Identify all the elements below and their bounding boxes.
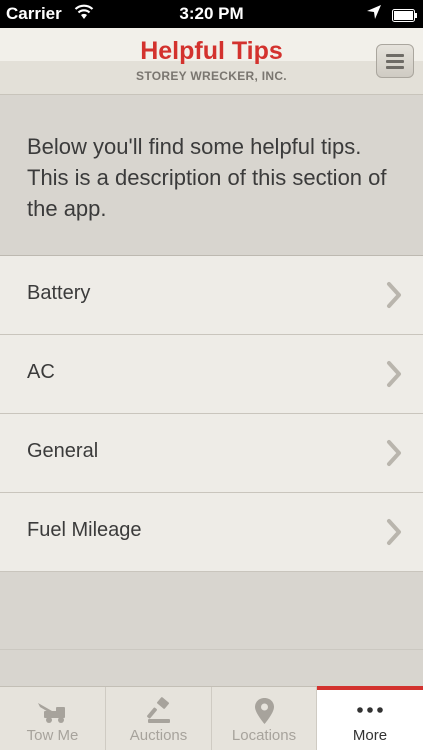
tab-locations[interactable]: Locations	[212, 687, 317, 750]
list-item-label: Fuel Mileage	[27, 519, 142, 541]
list-item-label: Battery	[27, 282, 91, 304]
tab-auctions[interactable]: Auctions	[106, 687, 212, 750]
tab-tow-me[interactable]: Tow Me	[0, 687, 106, 750]
page-title: Helpful Tips	[140, 37, 283, 65]
intro-description: Below you'll find some helpful tips. Thi…	[27, 134, 387, 221]
empty-area	[0, 572, 423, 686]
chevron-right-icon	[387, 440, 401, 466]
nav-header: Helpful Tips STOREY WRECKER, INC.	[0, 28, 423, 95]
tab-label: Tow Me	[26, 727, 79, 744]
list-item-label: AC	[27, 361, 55, 383]
list-item-general[interactable]: General	[0, 414, 423, 493]
tab-label: More	[352, 727, 388, 744]
status-time: 3:20 PM	[179, 4, 244, 23]
chevron-right-icon	[387, 361, 401, 387]
chevron-right-icon	[387, 519, 401, 545]
status-bar: Carrier 3:20 PM	[0, 0, 423, 28]
list-item-fuel-mileage[interactable]: Fuel Mileage	[0, 493, 423, 572]
divider	[0, 649, 423, 650]
map-pin-icon	[255, 698, 274, 724]
tab-bar: Tow Me Auctions Locations More	[0, 686, 423, 750]
more-dots-icon	[357, 707, 383, 713]
tab-label: Locations	[231, 727, 297, 744]
intro-section: Below you'll find some helpful tips. Thi…	[0, 95, 423, 256]
list-item-label: General	[27, 440, 99, 462]
list-item-ac[interactable]: AC	[0, 335, 423, 414]
menu-button[interactable]	[376, 44, 414, 78]
battery-icon	[392, 7, 418, 27]
chevron-right-icon	[387, 282, 401, 308]
tow-truck-icon	[38, 703, 65, 723]
tab-label: Auctions	[129, 727, 188, 744]
tab-more[interactable]: More	[317, 686, 423, 750]
tips-list: Battery AC General Fuel Mileage	[0, 256, 423, 572]
gavel-icon	[147, 697, 170, 723]
location-arrow-icon	[366, 4, 382, 25]
company-subtitle: STOREY WRECKER, INC.	[136, 69, 287, 83]
list-item-battery[interactable]: Battery	[0, 256, 423, 335]
